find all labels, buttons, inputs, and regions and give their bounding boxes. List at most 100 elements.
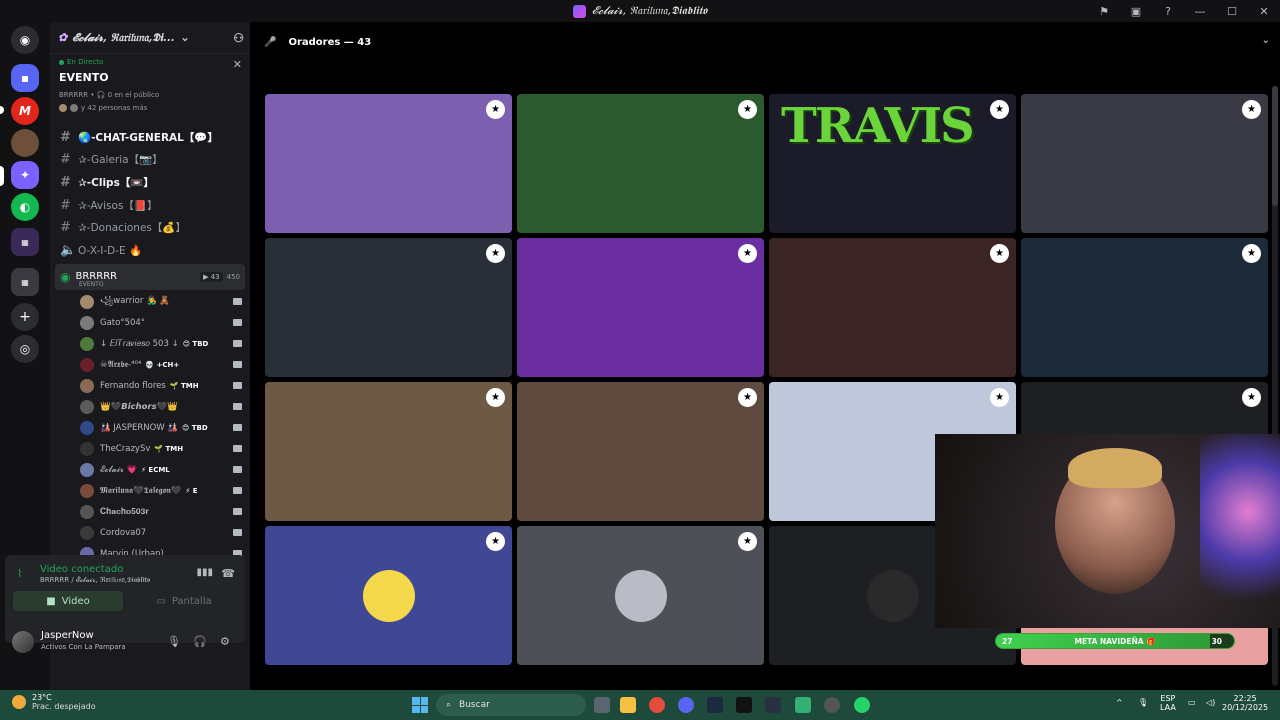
channel-item[interactable]: # ✰-Donaciones【💰】 xyxy=(50,216,250,239)
participant-video-tile[interactable]: ★ xyxy=(769,238,1016,377)
user-panel: JasperNow Activos Con La Pampara 🎙 🎧 ⚙ xyxy=(5,624,245,664)
live-event-card[interactable]: En Directo EVENTO ✕ BRRRRR • 🎧 0 en el p… xyxy=(50,54,250,126)
screen-icon: ▭ xyxy=(156,595,166,607)
minimize-button[interactable]: — xyxy=(1184,5,1216,18)
server-group-icon[interactable]: ▦ xyxy=(11,228,39,256)
chevron-down-icon[interactable]: ⌄ xyxy=(1262,35,1270,46)
channel-item[interactable]: 🔈 O-X-I-D-E 🔥 xyxy=(50,239,250,262)
microphone-icon[interactable]: 🎙 xyxy=(167,635,181,648)
member-name: Fernando flores xyxy=(100,381,166,392)
avatar[interactable] xyxy=(12,631,34,653)
server-header[interactable]: ✿ 𝓔𝓬𝓵𝓪𝓲𝓻, ℜ𝔞𝔯𝔦𝔩𝔲𝔫𝔞,𝕯𝖎... ⌄ ⚇ xyxy=(50,22,250,54)
video-button[interactable]: ■ Video xyxy=(13,591,123,611)
app-green-icon[interactable] xyxy=(795,697,811,713)
windows-start-icon[interactable] xyxy=(412,697,428,713)
voice-member[interactable]: ☠𝕬𝖗𝖝𝖇𝖊-⁴⁰⁴ 💀 +CH+ xyxy=(50,355,250,376)
goal-end: 30 xyxy=(1211,637,1222,646)
participant-video-tile[interactable]: ★ xyxy=(265,238,512,377)
speaker-badge-icon: ★ xyxy=(990,388,1009,407)
speaker-badge-icon: ★ xyxy=(990,244,1009,263)
participant-video-tile[interactable]: ★ xyxy=(265,526,512,665)
maximize-button[interactable]: ☐ xyxy=(1216,5,1248,18)
add-server-icon[interactable]: + xyxy=(11,303,39,331)
tiktok-icon[interactable] xyxy=(736,697,752,713)
volume-icon[interactable]: ◁) xyxy=(1206,698,1215,707)
discord-taskbar-icon[interactable] xyxy=(678,697,694,713)
voice-member[interactable]: 𝓔𝓬𝓵𝓪𝓲𝓻 💗 ⚡ ECML xyxy=(50,460,250,481)
voice-member[interactable]: 🎎 JASPERNOW 🎎 😊 TBD xyxy=(50,418,250,439)
server-green-icon[interactable]: ◐ xyxy=(11,193,39,221)
channel-item[interactable]: # ✰-Avisos【📕】 xyxy=(50,194,250,217)
member-tag: 🌱 TMH xyxy=(169,382,199,391)
screen-share-icon[interactable]: ▣ xyxy=(1120,5,1152,18)
participant-video-tile[interactable]: ★ xyxy=(517,526,764,665)
network-icon[interactable]: ▭ xyxy=(1188,698,1196,707)
hash-icon: # xyxy=(60,129,71,145)
discord-home-icon[interactable]: ◉ xyxy=(11,26,39,54)
voice-member[interactable]: ↓ 𝐸𝑙𝑇𝑟𝑎𝑣𝑖𝑒𝑠𝑜 503 ↓ 😊 TBD xyxy=(50,334,250,355)
close-icon[interactable]: ✕ xyxy=(233,58,242,71)
noise-icon[interactable]: ▮▮▮ xyxy=(196,567,213,578)
speaker-badge-icon: ★ xyxy=(1242,388,1261,407)
capacity-count: 450 xyxy=(226,272,240,281)
member-name: ↓ 𝐸𝑙𝑇𝑟𝑎𝑣𝑖𝑒𝑠𝑜 503 ↓ xyxy=(100,339,179,350)
explore-icon[interactable]: ◎ xyxy=(11,335,39,363)
participant-video-tile[interactable]: ★ xyxy=(265,382,512,521)
server-avatar-icon[interactable] xyxy=(11,129,39,157)
voice-member[interactable]: 𝐂𝐡𝐚𝐜𝐡𝐨𝟓𝟎𝟑𝐫 xyxy=(50,502,250,523)
channel-item[interactable]: # ✰-Galeria【📷】 xyxy=(50,149,250,172)
chevron-down-icon[interactable]: ⌄ xyxy=(180,31,189,44)
voice-member[interactable]: Gato°504° xyxy=(50,313,250,334)
member-tag: 🌱 TMH xyxy=(154,445,184,454)
chevron-up-icon[interactable]: ^ xyxy=(1116,698,1123,707)
file-explorer-icon[interactable] xyxy=(620,697,636,713)
whatsapp-icon[interactable] xyxy=(854,697,870,713)
voice-member[interactable]: Cordova07 xyxy=(50,523,250,544)
server-red-icon[interactable]: M xyxy=(11,97,39,125)
temperature: 23°C xyxy=(32,693,52,702)
screen-share-button[interactable]: ▭ Pantalla xyxy=(129,591,239,611)
server-active-icon[interactable]: ✦ xyxy=(11,161,39,189)
voice-member[interactable]: 👑🖤𝘽𝙞𝙘𝙝𝙤𝙧𝙨🖤👑 xyxy=(50,397,250,418)
inbox-icon[interactable]: ⚑ xyxy=(1088,5,1120,18)
camera-icon xyxy=(233,339,242,347)
participant-video-tile[interactable]: ★ xyxy=(1021,94,1268,233)
voice-member[interactable]: ꧁warrior 👨‍🎤 🧸 xyxy=(50,292,250,313)
server-folder-icon[interactable]: ▦ xyxy=(11,268,39,296)
channel-item[interactable]: # 🌏-CHAT-GENERAL【💬】 xyxy=(50,126,250,149)
participant-video-tile[interactable]: ★ xyxy=(1021,238,1268,377)
disconnect-icon[interactable]: ☎ xyxy=(221,567,235,580)
help-icon[interactable]: ? xyxy=(1152,5,1184,18)
close-window-button[interactable]: ✕ xyxy=(1248,5,1280,18)
obs-icon[interactable] xyxy=(824,697,840,713)
voice-member[interactable]: 𝕸𝖆𝖗𝖎𝖑𝖚𝖓𝖆🖤𝕿𝖆𝖑𝖊𝖌𝖔𝖓🖤 ⚡ E xyxy=(50,481,250,502)
taskview-icon[interactable] xyxy=(594,697,610,713)
participant-video-tile[interactable]: TRAVIS ★ xyxy=(769,94,1016,233)
folder-icon[interactable]: ▪ xyxy=(11,64,39,92)
camera-icon xyxy=(233,360,242,368)
settings-gear-icon[interactable]: ⚙ xyxy=(220,635,230,648)
microphone-tray-icon[interactable]: 🎙 xyxy=(1138,698,1148,707)
language-indicator[interactable]: ESP LAA xyxy=(1160,694,1176,712)
participant-video-tile[interactable]: ★ xyxy=(265,94,512,233)
headphones-icon[interactable]: 🎧 xyxy=(193,635,207,648)
voice-member[interactable]: TheCrazySv 🌱 TMH xyxy=(50,439,250,460)
camera-icon xyxy=(233,402,242,410)
voice-channel-brrrrr[interactable]: ◉ BRRRRR EVENTO ▶ 43 450 xyxy=(55,263,245,290)
channel-label: 🌏-CHAT-GENERAL【💬】 xyxy=(78,131,218,144)
participant-video-tile[interactable]: ★ xyxy=(517,382,764,521)
chrome-icon[interactable] xyxy=(649,697,665,713)
goal-label: META NAVIDEÑA 🎁 xyxy=(1074,637,1156,646)
clock[interactable]: 22:25 20/12/2025 xyxy=(1222,694,1268,712)
speaker-badge-icon: ★ xyxy=(1242,100,1261,119)
microphone-icon: 🎤 xyxy=(264,36,277,48)
voice-member[interactable]: Fernando flores 🌱 TMH xyxy=(50,376,250,397)
channel-item[interactable]: # ✰-Clips【📼】 xyxy=(50,171,250,194)
app-icon[interactable] xyxy=(765,697,781,713)
taskbar-search[interactable]: ⌕ Buscar xyxy=(436,694,586,716)
weather-widget[interactable]: 23°C Prac. despejado xyxy=(12,693,96,711)
participant-video-tile[interactable]: ★ xyxy=(517,238,764,377)
participant-video-tile[interactable]: ★ xyxy=(517,94,764,233)
add-user-icon[interactable]: ⚇ xyxy=(233,31,244,45)
steam-icon[interactable] xyxy=(707,697,723,713)
